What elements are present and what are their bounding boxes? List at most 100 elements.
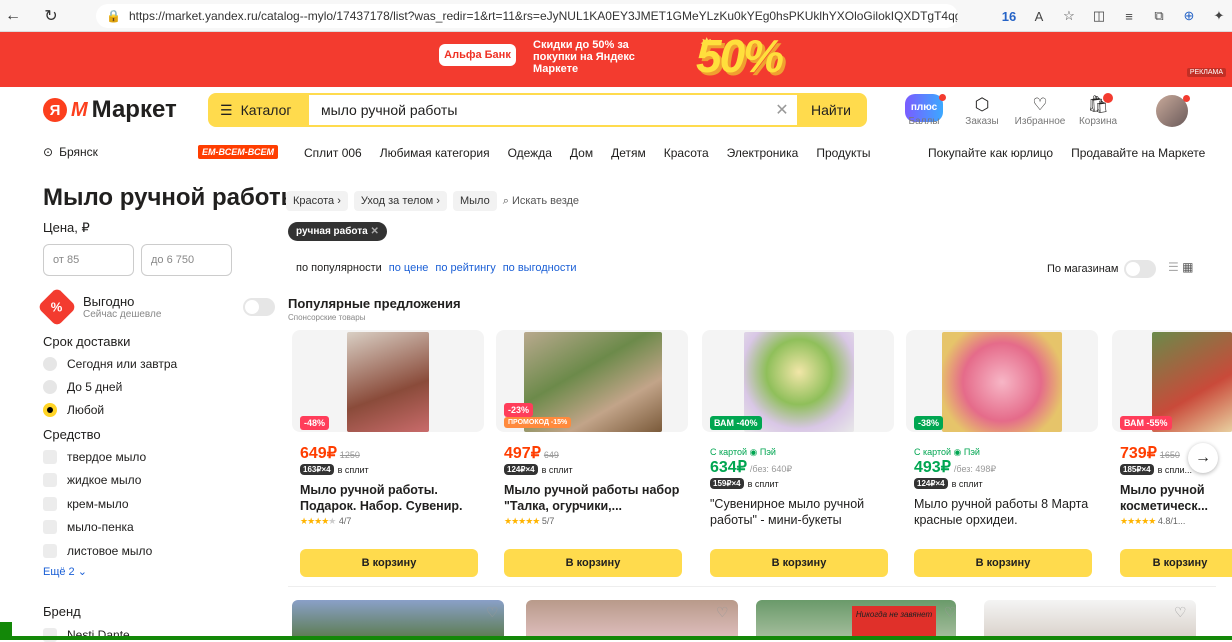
ad-banner[interactable]: Альфа Банк Скидки до 50% за покупки на Я… xyxy=(0,32,1232,87)
section-subtitle: Спонсорские товары xyxy=(288,313,366,322)
sort-value[interactable]: по выгодности xyxy=(503,262,577,274)
grid-view-icon[interactable]: ▦ xyxy=(1182,260,1193,274)
price-to-input[interactable]: до 6 750 xyxy=(141,244,232,276)
nav-link[interactable]: Сплит 006 xyxy=(304,146,362,160)
product-price: 739₽ 1650 xyxy=(1120,445,1180,462)
list-view-icon[interactable]: ☰ xyxy=(1168,260,1179,274)
product-title[interactable]: Мыло ручной работы набор "Талка, огурчик… xyxy=(504,482,688,514)
product-card[interactable]: -38% С картой ◉ Пэй 493₽/без: 498₽ 124₽×… xyxy=(906,330,1098,580)
cart-button[interactable]: 🛍 Корзина xyxy=(1069,93,1127,127)
deal-subtitle: Сейчас дешевле xyxy=(83,309,162,320)
find-button[interactable]: Найти xyxy=(797,94,865,126)
price-from-input[interactable]: от 85 xyxy=(43,244,134,276)
copilot-icon[interactable]: ✦ xyxy=(1206,4,1232,28)
product-image[interactable] xyxy=(984,600,1196,640)
add-to-cart-button[interactable]: В корзину xyxy=(300,549,478,577)
product-image[interactable] xyxy=(526,600,738,640)
product-image[interactable]: ВАМ -40% xyxy=(702,330,894,432)
search-input[interactable] xyxy=(309,102,767,118)
nav-link[interactable]: Дом xyxy=(570,146,593,160)
sort-rating[interactable]: по рейтингу xyxy=(435,262,495,274)
product-label: Никогда не завянет xyxy=(852,606,936,640)
delivery-option[interactable]: Сегодня или завтра xyxy=(43,352,275,375)
product-title[interactable]: Мыло ручной работы. Подарок. Набор. Суве… xyxy=(300,482,484,514)
product-image[interactable] xyxy=(292,600,504,640)
type-option[interactable]: твердое мыло xyxy=(43,445,275,469)
extension-icon[interactable]: 16 xyxy=(996,4,1022,28)
type-option[interactable]: жидкое мыло xyxy=(43,469,275,493)
product-image[interactable]: -38% xyxy=(906,330,1098,432)
product-title[interactable]: "Сувенирное мыло ручной работы" - мини-б… xyxy=(710,496,894,528)
nav-link[interactable]: Красота xyxy=(664,146,709,160)
product-price: 649₽ 1250 xyxy=(300,445,360,462)
favorite-heart-icon[interactable]: ♡ xyxy=(716,604,734,622)
address-bar[interactable]: 🔒 https://market.yandex.ru/catalog--mylo… xyxy=(96,4,958,28)
product-image[interactable]: ВАМ -55% xyxy=(1112,330,1232,432)
type-option[interactable]: крем-мыло xyxy=(43,492,275,516)
breadcrumb-item[interactable]: Красота › xyxy=(286,191,348,211)
location-icon: ⊙ xyxy=(43,145,54,159)
nav-link[interactable]: Любимая категория xyxy=(380,146,490,160)
nav-link[interactable]: Детям xyxy=(611,146,646,160)
favorite-heart-icon[interactable]: ♡ xyxy=(944,604,962,622)
delivery-option[interactable]: До 5 дней xyxy=(43,375,275,398)
collections-icon[interactable]: ⧉ xyxy=(1146,4,1172,28)
city-selector[interactable]: ⊙ Брянск xyxy=(43,145,98,159)
by-store-toggle[interactable]: По магазинам xyxy=(1047,260,1157,278)
sell-link[interactable]: Продавайте на Маркете xyxy=(1071,146,1205,160)
heart-icon: ♡ xyxy=(1032,95,1048,114)
type-option[interactable]: мыло-пенка xyxy=(43,516,275,540)
search-everywhere-link[interactable]: ⌕ Искать везде xyxy=(503,195,579,208)
business-links: Покупайте как юрлицо Продавайте на Марке… xyxy=(928,146,1205,160)
favorites-button[interactable]: ♡ Избранное xyxy=(1011,94,1069,127)
breadcrumb-item[interactable]: Уход за телом › xyxy=(353,191,447,211)
product-title[interactable]: Мыло ручной работы 8 Марта красные орхид… xyxy=(914,496,1098,528)
delivery-option-selected[interactable]: Любой xyxy=(43,398,275,421)
type-option[interactable]: листовое мыло xyxy=(43,539,275,563)
nav-link[interactable]: Продукты xyxy=(816,146,870,160)
add-to-cart-button[interactable]: В корзину xyxy=(914,549,1092,577)
b2b-link[interactable]: Покупайте как юрлицо xyxy=(928,146,1053,160)
add-to-cart-button[interactable]: В корзину xyxy=(504,549,682,577)
product-card[interactable]: ВАМ -40% С картой ◉ Пэй 634₽/без: 640₽ 1… xyxy=(702,330,894,580)
rating-stars-icon: ★★★★ xyxy=(300,516,329,526)
page-title: Мыло ручной работы xyxy=(43,184,302,211)
favorite-star-icon[interactable]: ☆ xyxy=(1056,4,1082,28)
orders-button[interactable]: ⬡ Заказы xyxy=(953,94,1011,127)
reload-icon[interactable]: ↻ xyxy=(38,6,64,26)
product-price: 497₽ 649 xyxy=(504,445,559,462)
clear-icon[interactable]: ✕ xyxy=(767,100,797,120)
carousel-next-arrow-icon[interactable]: → xyxy=(1188,443,1218,473)
deal-toggle[interactable] xyxy=(243,298,275,316)
product-card[interactable]: -23% ПРОМОКОД -15% 497₽ 649 124₽×4 в сплит… xyxy=(496,330,688,580)
catalog-button[interactable]: ☰ Каталог xyxy=(208,93,307,127)
market-logo[interactable]: Я M Маркет xyxy=(43,96,177,124)
nav-link[interactable]: Электроника xyxy=(727,146,799,160)
show-more-link[interactable]: Ещё 2 ⌄ xyxy=(43,565,275,578)
favorite-heart-icon[interactable]: ♡ xyxy=(1174,604,1192,622)
discount-badge: ВАМ -40% xyxy=(710,416,762,430)
promo-badge[interactable]: EM-ВСЕМ-ВСЕМ xyxy=(198,145,279,159)
product-image[interactable]: -23% ПРОМОКОД -15% xyxy=(496,330,688,432)
product-card[interactable]: -48% 649₽ 1250 163₽×4 в сплит Мыло ручной … xyxy=(292,330,484,580)
read-aloud-icon[interactable]: A xyxy=(1026,4,1052,28)
filter-chip[interactable]: ручная работа ✕ xyxy=(288,222,387,241)
product-title[interactable]: Мыло ручной косметическ... xyxy=(1120,482,1232,514)
download-icon[interactable]: ⊕ xyxy=(1176,4,1202,28)
store-toggle[interactable] xyxy=(1124,260,1157,278)
favorite-heart-icon[interactable]: ♡ xyxy=(486,604,504,622)
price-filter-title: Цена, ₽ xyxy=(43,220,90,235)
add-to-cart-button[interactable]: В корзину xyxy=(1120,549,1232,577)
brand-filter-title: Бренд xyxy=(43,604,81,619)
breadcrumb-item[interactable]: Мыло xyxy=(452,191,497,211)
favorites-list-icon[interactable]: ≡ xyxy=(1116,4,1142,28)
nav-link[interactable]: Одежда xyxy=(508,146,552,160)
sort-price[interactable]: по цене xyxy=(389,262,429,274)
sort-popular[interactable]: по популярности xyxy=(296,262,382,274)
points-button[interactable]: плюс Баллы xyxy=(895,94,953,127)
search-icon: ⌕ xyxy=(502,194,509,207)
add-to-cart-button[interactable]: В корзину xyxy=(710,549,888,577)
back-icon[interactable]: ← xyxy=(0,7,26,25)
split-screen-icon[interactable]: ◫ xyxy=(1086,4,1112,28)
product-image[interactable]: -48% xyxy=(292,330,484,432)
